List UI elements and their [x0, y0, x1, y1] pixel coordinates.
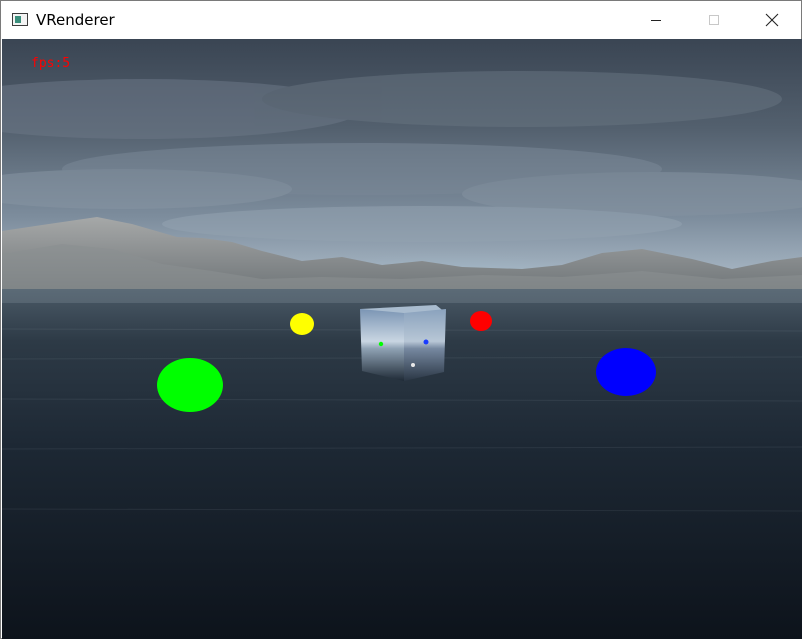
- close-button[interactable]: [743, 1, 801, 39]
- maximize-button[interactable]: [685, 1, 743, 39]
- minimize-icon: [651, 20, 661, 21]
- app-window: VRenderer fps:5: [0, 0, 802, 639]
- yellow-sphere: [290, 313, 314, 335]
- fps-counter: fps:5: [31, 56, 71, 71]
- window-title: VRenderer: [36, 11, 115, 29]
- red-sphere: [470, 311, 492, 331]
- reflective-cube: [360, 305, 446, 381]
- scene-canvas: [2, 39, 802, 639]
- title-bar[interactable]: VRenderer: [1, 1, 801, 39]
- green-sphere: [157, 358, 223, 412]
- minimize-button[interactable]: [627, 1, 685, 39]
- maximize-icon: [709, 15, 719, 25]
- blue-sphere: [596, 348, 656, 396]
- render-viewport[interactable]: fps:5: [2, 39, 802, 639]
- window-app-icon: [12, 13, 28, 26]
- close-icon: [765, 13, 779, 27]
